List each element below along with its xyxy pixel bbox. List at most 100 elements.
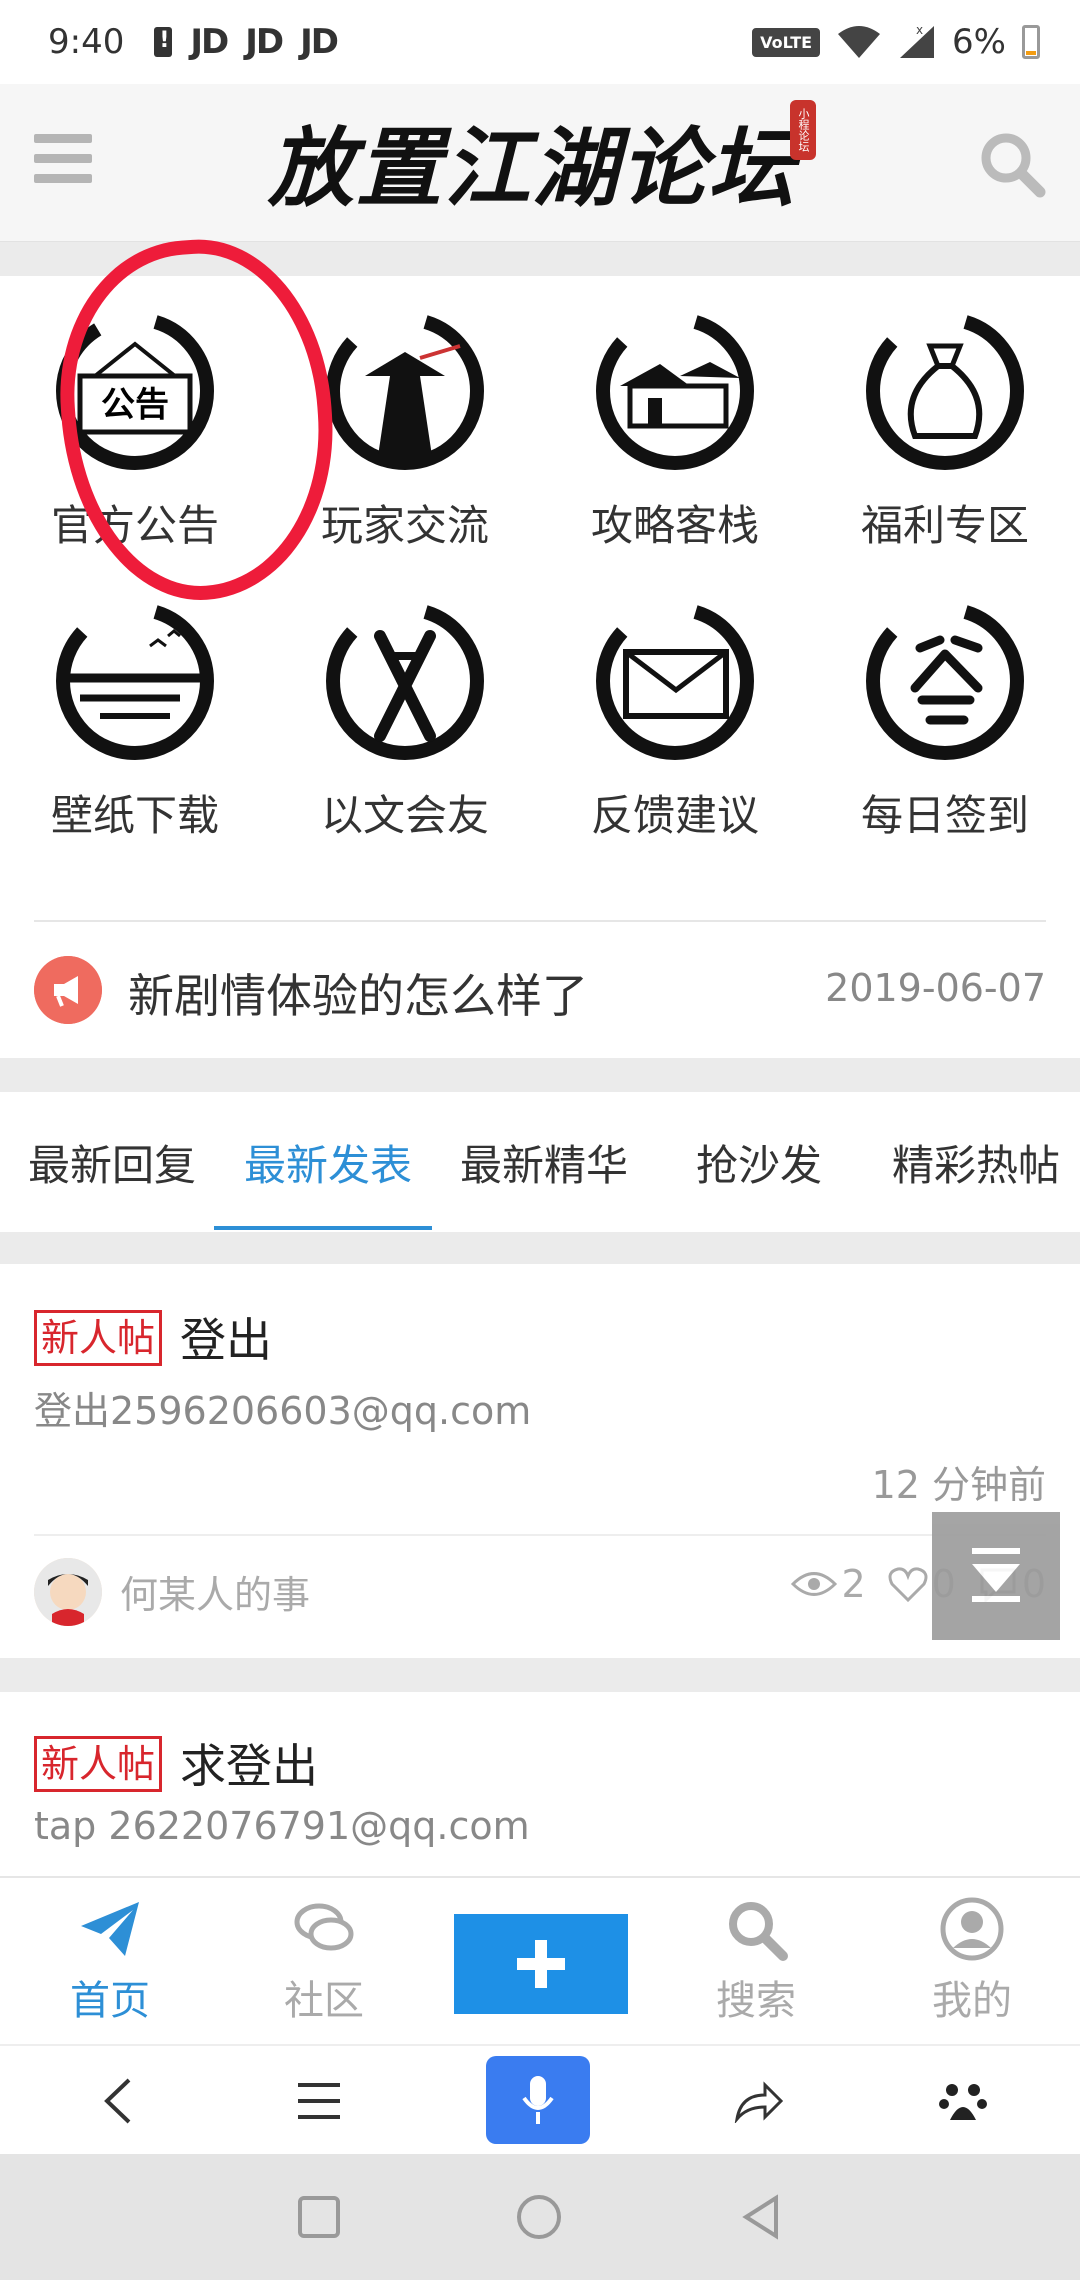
status-bar: 9:40 JD JD JD VoLTE x 6% bbox=[0, 0, 1080, 84]
megaphone-icon bbox=[34, 956, 102, 1024]
system-nav-bar bbox=[0, 2154, 1080, 2280]
divider bbox=[34, 920, 1046, 922]
category-label: 以文会友 bbox=[320, 791, 489, 840]
views-count: 2 bbox=[841, 1562, 866, 1606]
active-tab-indicator bbox=[214, 1226, 432, 1230]
post-card[interactable]: 新人帖 登出 登出2596206603@qq.com 12 分钟前 何某人的事 … bbox=[0, 1264, 1080, 1658]
volte-icon: VoLTE bbox=[752, 27, 821, 57]
category-grid: 公告 官方公告 玩家交流 攻略客栈 福利专区 壁纸下载 以文会友 反馈建议 每日… bbox=[0, 276, 1080, 886]
nav-home[interactable]: 首页 bbox=[40, 1896, 180, 2026]
status-time: 9:40 bbox=[48, 22, 125, 62]
category-label: 官方公告 bbox=[50, 501, 219, 550]
category-feedback[interactable]: 反馈建议 bbox=[540, 596, 810, 886]
nav-search[interactable]: 搜索 bbox=[686, 1896, 826, 2026]
category-literary-friends[interactable]: 以文会友 bbox=[270, 596, 540, 886]
logo-seal: 小程论坛 bbox=[790, 100, 816, 160]
jd-notification-icon: JD bbox=[300, 22, 339, 62]
nav-label: 我的 bbox=[932, 1978, 1012, 2024]
money-bag-icon bbox=[866, 312, 1024, 470]
category-label: 反馈建议 bbox=[590, 791, 759, 840]
nav-label: 搜索 bbox=[716, 1978, 796, 2024]
category-wallpaper-download[interactable]: 壁纸下载 bbox=[0, 596, 270, 886]
notice-date: 2019-06-07 bbox=[825, 966, 1046, 1010]
user-icon bbox=[940, 1897, 1004, 1961]
svg-text:公告: 公告 bbox=[101, 385, 169, 425]
post-excerpt: tap 2622076791@qq.com bbox=[34, 1804, 530, 1848]
forum-logo[interactable]: 放置江湖论坛 bbox=[268, 98, 796, 223]
bottom-nav: 首页 社区 搜索 我的 bbox=[0, 1876, 1080, 2044]
new-post-button[interactable] bbox=[454, 1914, 628, 2014]
post-tabs: 最新回复 最新发表 最新精华 抢沙发 精彩热帖 bbox=[0, 1092, 1080, 1232]
battery-icon bbox=[1022, 25, 1040, 59]
notice-text[interactable]: 新剧情体验的怎么样了 bbox=[128, 960, 588, 1026]
sign-in-glyph-icon bbox=[866, 602, 1024, 760]
category-player-exchange[interactable]: 玩家交流 bbox=[270, 306, 540, 596]
category-daily-checkin[interactable]: 每日签到 bbox=[810, 596, 1080, 886]
battery-percent: 6% bbox=[952, 22, 1006, 62]
views-stat: 2 bbox=[791, 1562, 866, 1606]
chevron-left-icon bbox=[104, 2078, 131, 2124]
scroll-down-button[interactable] bbox=[932, 1512, 1060, 1640]
author-name[interactable]: 何某人的事 bbox=[120, 1564, 310, 1619]
landscape-birds-icon bbox=[56, 602, 214, 760]
category-official-announcement[interactable]: 公告 官方公告 bbox=[0, 306, 270, 596]
post-title[interactable]: 求登出 bbox=[180, 1730, 318, 1796]
chat-bubbles-icon bbox=[294, 1903, 354, 1951]
svg-text:x: x bbox=[916, 24, 923, 37]
browser-toolbar bbox=[0, 2044, 1080, 2154]
tab-hot-posts[interactable]: 精彩热帖 bbox=[892, 1132, 1060, 1193]
alert-icon bbox=[154, 27, 173, 57]
category-label: 每日签到 bbox=[860, 791, 1029, 840]
jd-notification-icon: JD bbox=[190, 22, 229, 62]
plus-icon bbox=[517, 1940, 565, 1988]
search-icon bbox=[729, 1902, 788, 1961]
divider bbox=[34, 1534, 1046, 1536]
envelope-icon bbox=[596, 602, 754, 760]
share-button[interactable] bbox=[724, 2066, 794, 2136]
voice-search-button[interactable] bbox=[486, 2056, 590, 2144]
post-excerpt: 登出2596206603@qq.com bbox=[34, 1389, 532, 1433]
system-back-icon[interactable] bbox=[736, 2192, 786, 2242]
nav-label: 社区 bbox=[284, 1978, 364, 2024]
post-card[interactable]: 新人帖 求登出 tap 2622076791@qq.com bbox=[0, 1692, 1080, 1878]
microphone-icon bbox=[522, 2076, 554, 2124]
post-time: 12 分钟前 bbox=[871, 1463, 1046, 1507]
category-label: 玩家交流 bbox=[320, 501, 489, 550]
eye-icon bbox=[791, 1572, 838, 1596]
paper-plane-icon bbox=[81, 1902, 139, 1956]
nav-community[interactable]: 社区 bbox=[254, 1896, 394, 2026]
tab-latest-replies[interactable]: 最新回复 bbox=[28, 1132, 196, 1193]
heart-icon bbox=[888, 1567, 928, 1602]
notice-bar[interactable]: 新剧情体验的怎么样了 2019-06-07 bbox=[0, 886, 1080, 1058]
wifi-icon bbox=[838, 26, 881, 58]
category-label: 福利专区 bbox=[860, 501, 1029, 550]
inn-icon bbox=[596, 312, 754, 470]
writing-glyph-icon bbox=[326, 602, 484, 760]
back-button[interactable] bbox=[84, 2066, 154, 2136]
app-header: 放置江湖论坛 小程论坛 bbox=[0, 84, 1080, 242]
new-user-badge: 新人帖 bbox=[34, 1310, 163, 1366]
category-label: 攻略客栈 bbox=[590, 501, 759, 550]
share-arrow-icon bbox=[734, 2081, 784, 2123]
avatar[interactable] bbox=[34, 1558, 102, 1626]
announcement-plaque-icon: 公告 bbox=[56, 312, 214, 470]
menu-button[interactable] bbox=[284, 2066, 354, 2136]
home-circle-icon[interactable] bbox=[514, 2192, 564, 2242]
category-welfare-zone[interactable]: 福利专区 bbox=[810, 306, 1080, 596]
search-icon[interactable] bbox=[976, 128, 1046, 198]
scroll-down-icon bbox=[972, 1548, 1020, 1602]
jd-notification-icon: JD bbox=[245, 22, 284, 62]
post-title[interactable]: 登出 bbox=[180, 1304, 272, 1370]
menu-icon[interactable] bbox=[34, 134, 92, 184]
new-user-badge: 新人帖 bbox=[34, 1736, 163, 1792]
tab-grab-sofa[interactable]: 抢沙发 bbox=[696, 1132, 822, 1193]
tab-latest-posts[interactable]: 最新发表 bbox=[244, 1132, 412, 1193]
category-strategy-inn[interactable]: 攻略客栈 bbox=[540, 306, 810, 596]
baidu-button[interactable] bbox=[928, 2066, 998, 2136]
tab-latest-featured[interactable]: 最新精华 bbox=[460, 1132, 628, 1193]
nav-profile[interactable]: 我的 bbox=[902, 1896, 1042, 2026]
signal-icon: x bbox=[900, 24, 935, 58]
swordsman-icon bbox=[326, 312, 484, 470]
recent-apps-icon[interactable] bbox=[294, 2192, 344, 2242]
menu-lines-icon bbox=[298, 2083, 340, 2119]
